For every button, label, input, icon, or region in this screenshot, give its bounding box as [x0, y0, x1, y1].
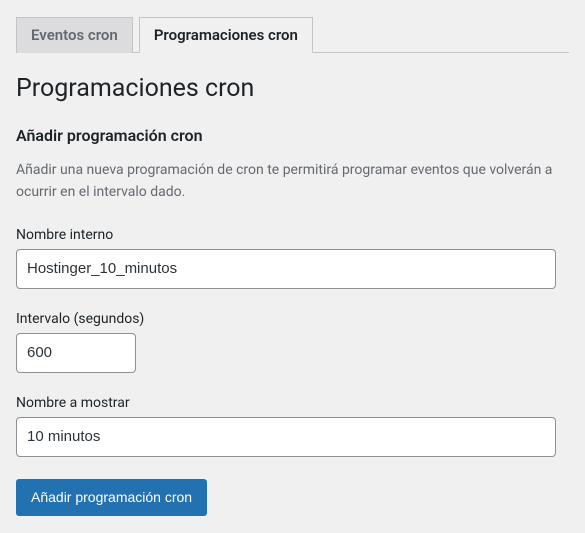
- add-schedule-button[interactable]: Añadir programación cron: [16, 479, 207, 516]
- tab-schedules[interactable]: Programaciones cron: [139, 17, 313, 53]
- display-name-label: Nombre a mostrar: [16, 395, 569, 411]
- display-name-input[interactable]: [16, 417, 556, 457]
- interval-input[interactable]: [16, 333, 136, 373]
- internal-name-input[interactable]: [16, 249, 556, 289]
- section-heading: Añadir programación cron: [16, 126, 569, 145]
- tab-events[interactable]: Eventos cron: [16, 17, 133, 53]
- tab-bar: Eventos cron Programaciones cron: [16, 16, 569, 53]
- section-description: Añadir una nueva programación de cron te…: [16, 159, 569, 204]
- page-title: Programaciones cron: [16, 73, 569, 106]
- internal-name-label: Nombre interno: [16, 227, 569, 243]
- interval-label: Intervalo (segundos): [16, 311, 569, 327]
